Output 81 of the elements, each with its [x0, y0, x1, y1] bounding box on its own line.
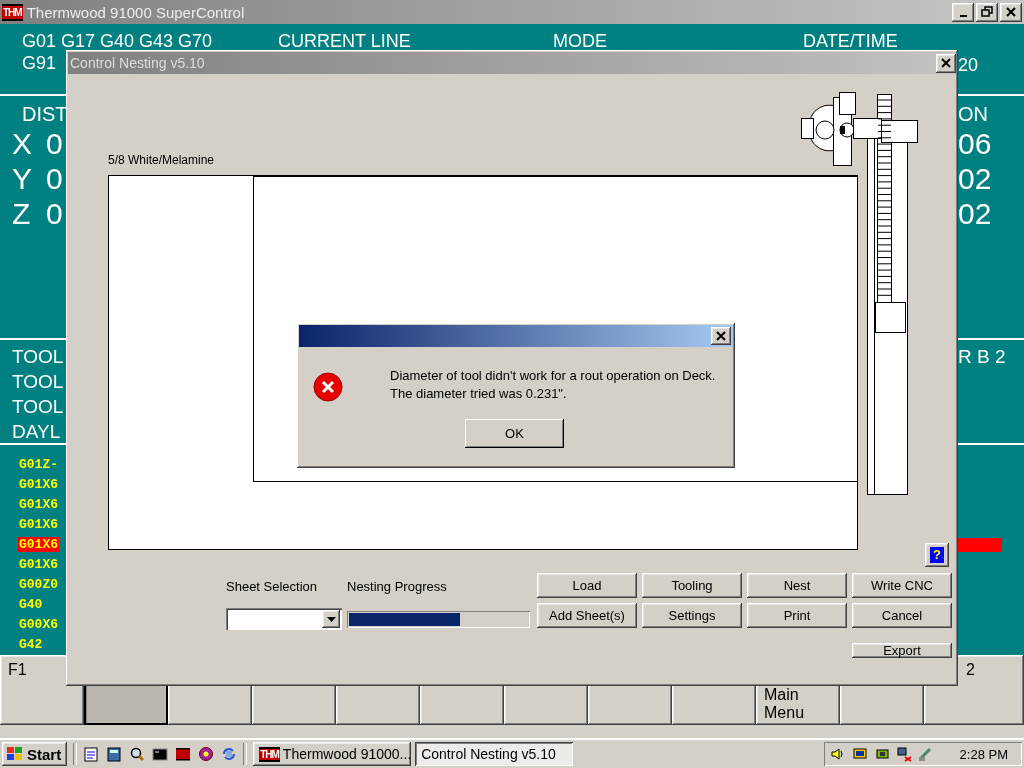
axis-value: 02 — [958, 161, 992, 195]
action-button[interactable]: Add Sheet(s) — [537, 603, 637, 628]
taskbar-button[interactable]: THM Thermwood 91000... — [253, 742, 412, 766]
material-label: 5/8 White/Melamine — [108, 153, 215, 167]
window-title: Thermwood 91000 SuperControl — [26, 3, 245, 21]
program-line[interactable]: G00X6 — [18, 617, 59, 632]
action-button[interactable]: Load — [537, 573, 637, 598]
windows-flag-icon — [6, 746, 24, 762]
app-logo: THM — [2, 3, 23, 21]
status-text: G91 — [22, 53, 57, 73]
error-message: The diameter tried was 0.231". — [390, 385, 568, 403]
chip-icon[interactable] — [873, 746, 890, 762]
program-line[interactable]: G01X6 — [18, 557, 59, 572]
tool-label: DAYL — [12, 421, 61, 442]
network-icon[interactable] — [895, 746, 912, 762]
window-title: Control Nesting v5.10 — [70, 55, 205, 71]
magnifier-icon[interactable] — [129, 746, 146, 762]
close-icon — [1003, 5, 1019, 19]
action-button[interactable]: Tooling — [642, 573, 742, 598]
field-label: Nesting Progress — [347, 579, 448, 596]
program-line[interactable]: G40 — [18, 597, 44, 612]
error-icon — [313, 372, 343, 402]
axis-value: 0 — [46, 161, 63, 195]
close-icon — [713, 329, 729, 343]
speaker-icon[interactable] — [829, 746, 846, 762]
clock: 2:28 PM — [959, 746, 1008, 762]
program-line[interactable]: G01X6 — [18, 497, 59, 512]
axis-label: X — [11, 125, 33, 161]
refresh-icon[interactable] — [221, 746, 238, 762]
line-highlight — [958, 538, 1002, 552]
close-icon — [938, 56, 954, 70]
axis-value: 0 — [46, 196, 63, 230]
tool-label: TOOL — [12, 371, 64, 392]
status-label: CURRENT LINE — [278, 30, 412, 52]
axis-value: 06 — [958, 126, 992, 160]
minimize-button[interactable] — [952, 2, 974, 22]
restore-button[interactable] — [976, 2, 998, 22]
action-button[interactable]: Settings — [642, 603, 742, 628]
action-button[interactable]: Write CNC — [852, 573, 952, 598]
status-label: DATE/TIME — [803, 30, 899, 52]
axis-value: 0 — [46, 126, 63, 160]
close-button[interactable] — [936, 53, 956, 73]
field-label: Sheet Selection — [226, 579, 319, 596]
terminal-icon[interactable] — [152, 746, 169, 762]
axis-label: Y — [11, 160, 33, 196]
notepad-icon[interactable] — [83, 746, 100, 762]
restore-icon — [981, 6, 993, 18]
program-line[interactable]: G01X6 — [18, 517, 59, 532]
help-button[interactable]: ? — [925, 543, 949, 567]
program-line[interactable]: G00Z0 — [18, 577, 59, 592]
disc-icon[interactable] — [198, 746, 215, 762]
start-button[interactable]: Start — [2, 742, 68, 766]
axis-heading: DIST — [22, 102, 68, 125]
tool-label: TOOL — [12, 396, 64, 417]
status-label: MODE — [553, 30, 608, 52]
minimize-icon — [959, 15, 967, 17]
error-message: Diameter of tool didn't work for a rout operation on Deck. — [390, 367, 716, 385]
monitor-icon[interactable] — [851, 746, 868, 762]
axis-heading: ON — [958, 102, 988, 125]
axis-label: Z — [11, 195, 32, 231]
taskbar-button[interactable]: Control Nesting v5.10 — [415, 742, 574, 766]
close-button[interactable] — [711, 327, 731, 345]
plug-icon[interactable] — [917, 746, 934, 762]
action-button[interactable]: Print — [747, 603, 847, 628]
program-line[interactable]: G42 — [18, 637, 44, 652]
action-button[interactable]: Export — [852, 643, 952, 658]
program-line[interactable]: G01Z- — [18, 457, 59, 472]
app-icon[interactable] — [175, 746, 192, 762]
action-button[interactable]: Nest — [747, 573, 847, 598]
calculator-icon[interactable] — [106, 746, 123, 762]
program-line[interactable]: G01X6 — [18, 477, 59, 492]
function-key[interactable]: F1 — [0, 655, 84, 725]
action-button[interactable]: Cancel — [852, 603, 952, 628]
status-text: 20 — [958, 55, 979, 75]
close-button[interactable] — [1000, 2, 1022, 22]
sheet-dropdown[interactable] — [226, 608, 342, 630]
tool-info: R B 2 — [958, 346, 1006, 367]
status-label: G01 G17 G40 G43 G70 — [22, 30, 214, 52]
axis-value: 02 — [958, 196, 992, 230]
ok-button[interactable]: OK — [465, 419, 564, 448]
tool-label: TOOL — [12, 346, 64, 367]
